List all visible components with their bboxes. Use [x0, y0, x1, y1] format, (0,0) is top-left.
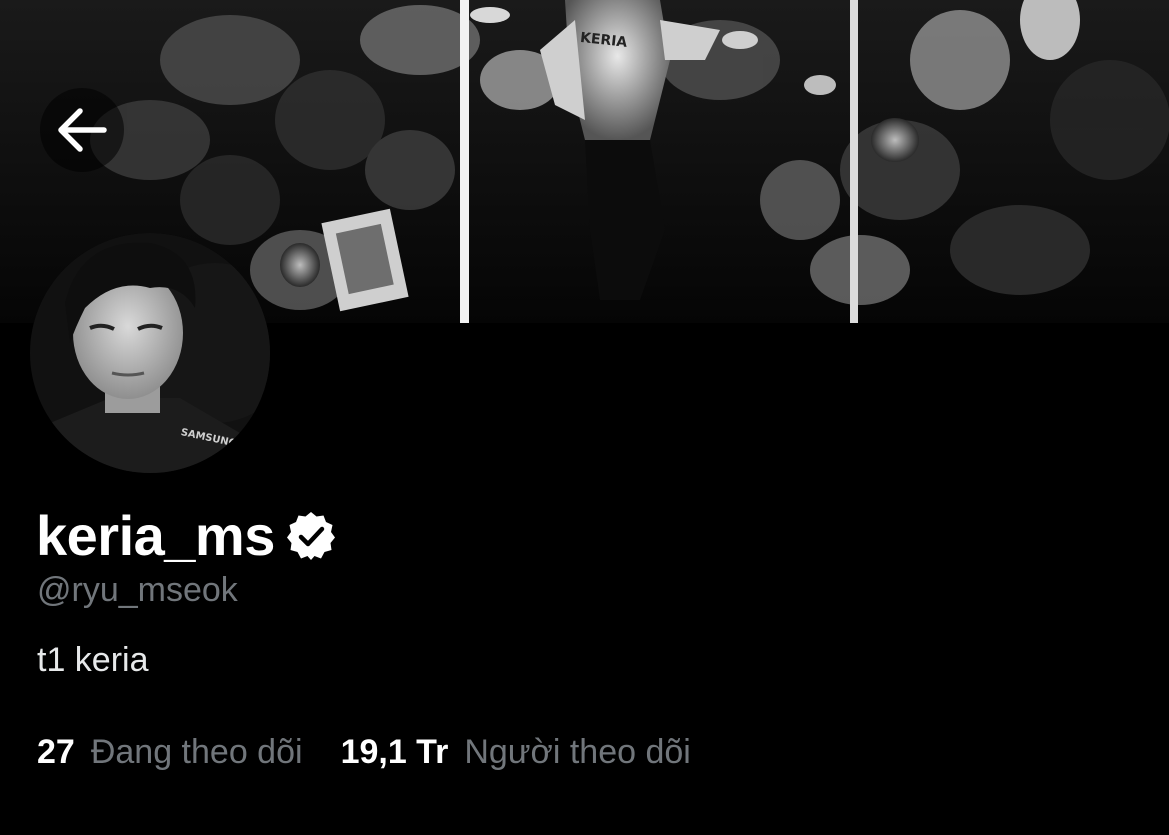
followers-count: 19,1 Tr	[340, 733, 449, 771]
display-name: keria_ms	[36, 504, 275, 567]
profile-stats: 27 Đang theo dõi 19,1 Tr Người theo dõi	[37, 728, 691, 776]
avatar[interactable]: SAMSUNG	[30, 233, 270, 473]
verified-badge-icon[interactable]	[285, 510, 337, 562]
avatar-image: SAMSUNG	[30, 233, 270, 473]
followers-link[interactable]: 19,1 Tr Người theo dõi	[341, 728, 691, 776]
following-label: Đang theo dõi	[90, 733, 303, 771]
back-button[interactable]	[40, 88, 124, 172]
arrow-left-icon	[58, 108, 107, 152]
profile-name-row: keria_ms	[36, 500, 337, 572]
handle: @ryu_mseok	[37, 571, 238, 609]
followers-label: Người theo dõi	[464, 733, 691, 771]
bio: t1 keria	[37, 641, 149, 679]
following-link[interactable]: 27 Đang theo dõi	[37, 728, 303, 776]
following-count: 27	[37, 733, 75, 771]
